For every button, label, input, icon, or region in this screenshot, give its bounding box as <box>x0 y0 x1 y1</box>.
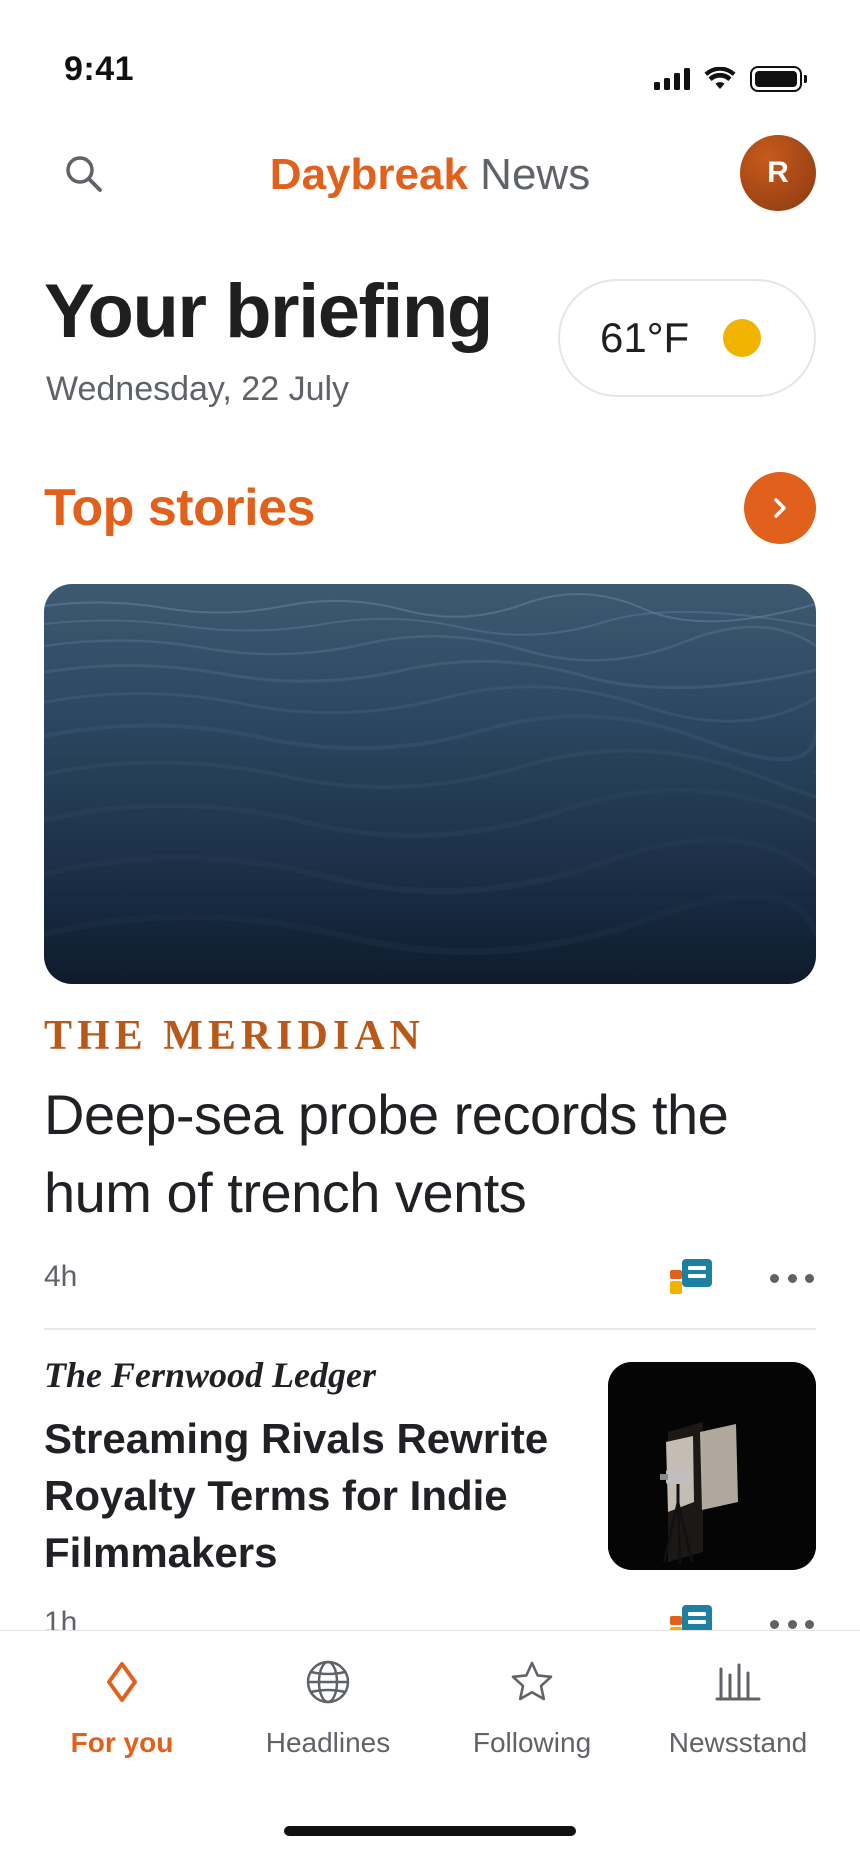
camera-tripod-image <box>608 1362 816 1570</box>
nav-label: For you <box>70 1727 174 1758</box>
more-dot <box>805 1619 814 1629</box>
home-indicator[interactable] <box>284 1826 576 1836</box>
weather-chip[interactable]: 61°F <box>558 279 816 397</box>
diamond-icon <box>107 1662 137 1702</box>
full-coverage-button[interactable] <box>668 1256 716 1300</box>
more-dot <box>770 1273 779 1283</box>
article-time: 4h <box>44 1260 78 1293</box>
article-divider <box>44 1328 816 1330</box>
account-avatar[interactable]: R <box>740 135 816 211</box>
battery-icon <box>750 66 807 92</box>
app-title-brand: Daybreak <box>269 150 468 199</box>
more-dot <box>805 1273 814 1283</box>
cellular-signal-icon <box>654 68 690 90</box>
article-source[interactable]: The Fernwood Ledger <box>44 1354 376 1396</box>
nav-label: Newsstand <box>668 1727 808 1758</box>
ocean-waves-image <box>44 584 816 984</box>
app-title: Daybreak News <box>0 148 860 202</box>
app-title-suffix: News <box>480 150 591 199</box>
article-meta: 4h <box>44 1252 816 1302</box>
section-title-top-stories[interactable]: Top stories <box>44 478 315 538</box>
newsstand-icon <box>715 1663 761 1701</box>
page-title: Your briefing <box>44 269 493 354</box>
more-dot <box>787 1273 797 1283</box>
status-bar: 9:41 <box>0 0 860 110</box>
article-thumbnail[interactable] <box>608 1362 816 1570</box>
nav-tab-headlines[interactable]: Headlines <box>238 1657 418 1767</box>
status-time: 9:41 <box>64 50 135 88</box>
top-stories-more-button[interactable] <box>744 472 816 544</box>
more-options-button[interactable] <box>768 1256 816 1300</box>
globe-icon <box>306 1660 350 1704</box>
nav-label: Following <box>472 1727 592 1758</box>
weather-temperature: 61°F <box>600 314 690 361</box>
sun-icon <box>723 319 762 357</box>
more-dot <box>770 1619 779 1629</box>
status-icons <box>654 66 807 92</box>
chevron-right-icon <box>774 498 786 518</box>
wifi-icon <box>704 67 736 89</box>
nav-label: Headlines <box>265 1727 391 1758</box>
nav-tab-following[interactable]: Following <box>442 1657 622 1767</box>
more-dot <box>787 1619 797 1629</box>
nav-tab-for-you[interactable]: For you <box>32 1657 212 1767</box>
article-headline[interactable]: Deep-sea probe records the hum of trench… <box>44 1076 824 1232</box>
briefing-date: Wednesday, 22 July <box>46 370 350 408</box>
article-source[interactable]: THE MERIDIAN <box>44 1012 425 1060</box>
article-headline[interactable]: Streaming Rivals Rewrite Royalty Terms f… <box>44 1410 564 1581</box>
full-coverage-icon <box>670 1259 712 1294</box>
article-hero-image[interactable] <box>44 584 816 984</box>
nav-tab-newsstand[interactable]: Newsstand <box>648 1657 828 1767</box>
app-header: Daybreak News R <box>0 128 860 218</box>
star-icon <box>511 1661 553 1701</box>
